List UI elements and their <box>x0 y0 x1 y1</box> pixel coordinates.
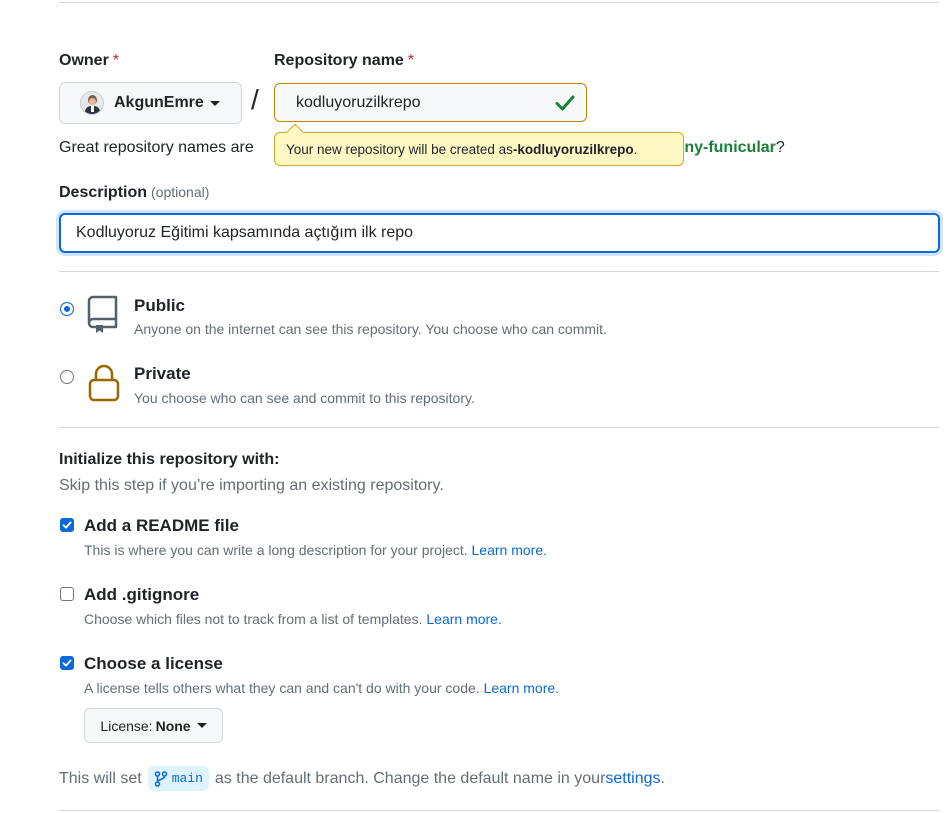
owner-avatar <box>80 91 104 115</box>
initialize-subtitle: Skip this step if you’re importing an ex… <box>59 477 444 494</box>
description-label: Description (optional) <box>59 184 210 201</box>
private-title: Private <box>134 364 191 383</box>
owner-required-mark: * <box>112 52 120 69</box>
divider <box>59 271 939 272</box>
branch-name: main <box>171 771 203 786</box>
license-select-label: License: <box>100 717 153 734</box>
description-optional-hint: (optional) <box>151 184 210 200</box>
settings-link[interactable]: settings <box>605 770 660 788</box>
gitignore-title: Add .gitignore <box>84 585 200 604</box>
license-select-button[interactable]: License: None <box>84 708 223 743</box>
readme-learn-more-link[interactable]: Learn more. <box>472 542 547 558</box>
private-radio[interactable] <box>60 370 74 384</box>
license-description: A license tells others what they can and… <box>84 680 560 696</box>
owner-select-button[interactable]: AkgunEmre <box>59 82 242 124</box>
git-branch-icon <box>154 770 167 787</box>
license-learn-more-link[interactable]: Learn more. <box>484 680 559 696</box>
gitignore-checkbox[interactable] <box>60 587 74 601</box>
license-title: Choose a license <box>84 654 223 673</box>
private-description: You choose who can see and commit to thi… <box>134 390 475 406</box>
caret-down-icon <box>196 723 207 728</box>
top-divider <box>59 2 939 3</box>
checkmark-icon <box>62 659 72 667</box>
gitignore-learn-more-link[interactable]: Learn more. <box>426 611 501 627</box>
repo-icon <box>87 295 118 333</box>
public-radio[interactable] <box>60 302 74 316</box>
repository-name-input[interactable] <box>274 83 587 122</box>
owner-label: Owner * <box>59 52 120 69</box>
bottom-divider <box>59 810 939 811</box>
description-input[interactable] <box>59 213 940 253</box>
owner-name: AkgunEmre <box>114 94 204 111</box>
repository-required-mark: * <box>407 52 415 69</box>
caret-down-icon <box>209 100 220 106</box>
repository-name-label: Repository name * <box>274 52 415 69</box>
license-select-value: None <box>155 717 191 734</box>
public-description: Anyone on the internet can see this repo… <box>134 321 607 337</box>
readme-checkbox[interactable] <box>60 518 74 532</box>
repository-name-tooltip: Your new repository will be created as -… <box>274 123 684 166</box>
default-branch-note: This will set main as the default branch… <box>59 766 665 791</box>
lock-icon <box>88 364 120 402</box>
readme-title: Add a README file <box>84 516 239 535</box>
owner-repo-separator: / <box>251 84 259 115</box>
readme-description: This is where you can write a long descr… <box>84 542 547 558</box>
initialize-title: Initialize this repository with: <box>59 451 280 468</box>
check-icon <box>555 95 575 111</box>
tooltip-repository-name: -kodluyoruzilkrepo <box>512 141 634 157</box>
checkmark-icon <box>62 521 72 529</box>
public-title: Public <box>134 296 186 315</box>
branch-name-badge: main <box>147 766 209 791</box>
license-checkbox[interactable] <box>60 656 74 670</box>
divider <box>59 427 939 428</box>
gitignore-description: Choose which files not to track from a l… <box>84 611 502 627</box>
